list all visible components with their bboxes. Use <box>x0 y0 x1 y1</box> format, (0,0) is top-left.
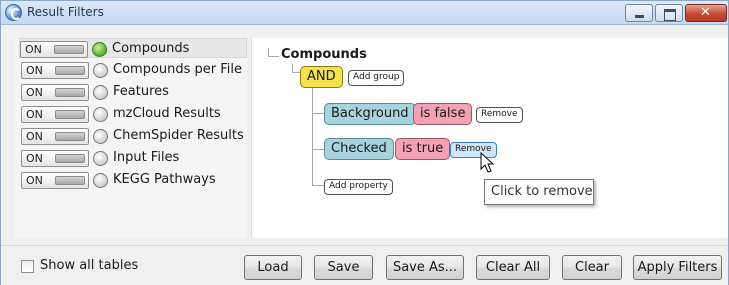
status-dot-icon <box>93 63 108 78</box>
tree-connector <box>292 72 300 73</box>
clear-all-button[interactable]: Clear All <box>476 255 550 280</box>
status-dot-icon <box>93 85 108 100</box>
toggle-knob <box>55 132 85 141</box>
tree-connector <box>312 185 324 186</box>
operator-chip[interactable]: is true <box>395 138 451 160</box>
apply-filters-button[interactable]: Apply Filters <box>633 255 722 280</box>
status-dot-icon <box>93 173 108 188</box>
on-off-toggle[interactable]: ON <box>21 84 89 101</box>
save-as-button[interactable]: Save As... <box>386 255 464 280</box>
load-button[interactable]: Load <box>244 255 302 280</box>
table-item-compounds[interactable]: ON Compounds <box>19 38 247 58</box>
on-off-toggle[interactable]: ON <box>21 62 89 79</box>
table-item-label: Input Files <box>113 150 180 165</box>
on-off-toggle[interactable]: ON <box>20 41 88 58</box>
table-item-label: KEGG Pathways <box>113 172 216 187</box>
tree-connector <box>312 113 324 114</box>
table-item-chemspider-results[interactable]: ON ChemSpider Results <box>21 126 245 146</box>
save-button[interactable]: Save <box>314 255 373 280</box>
table-item-compounds-per-file[interactable]: ON Compounds per File <box>21 60 245 80</box>
add-property-button[interactable]: Add property <box>324 179 393 195</box>
tree-connector <box>312 88 313 185</box>
table-item-input-files[interactable]: ON Input Files <box>21 148 245 168</box>
add-group-button[interactable]: Add group <box>348 70 405 86</box>
table-item-kegg-pathways[interactable]: ON KEGG Pathways <box>21 170 245 190</box>
table-item-label: Compounds <box>112 41 190 56</box>
toggle-knob <box>55 176 85 185</box>
app-icon <box>5 4 22 21</box>
minimize-button[interactable] <box>625 4 653 22</box>
show-all-tables-checkbox[interactable] <box>21 260 34 273</box>
operator-chip[interactable]: is false <box>413 103 473 125</box>
on-off-toggle[interactable]: ON <box>21 128 89 145</box>
toggle-label: ON <box>26 174 43 187</box>
filter-editor: Compounds AND Add group Background is fa… <box>251 38 728 238</box>
close-button[interactable] <box>685 4 727 22</box>
toggle-knob <box>54 45 84 54</box>
toggle-label: ON <box>26 152 43 165</box>
toggle-label: ON <box>25 43 42 56</box>
table-item-label: mzCloud Results <box>113 106 221 121</box>
toggle-label: ON <box>26 86 43 99</box>
status-dot-icon <box>92 42 107 57</box>
remove-button[interactable]: Remove <box>476 107 523 123</box>
toggle-label: ON <box>26 64 43 77</box>
status-dot-icon <box>93 151 108 166</box>
show-all-tables-label[interactable]: Show all tables <box>40 258 138 273</box>
and-operator-chip[interactable]: AND <box>300 66 343 88</box>
toggle-knob <box>55 88 85 97</box>
toggle-knob <box>55 66 85 75</box>
on-off-toggle[interactable]: ON <box>21 106 89 123</box>
table-item-label: ChemSpider Results <box>113 128 244 143</box>
maximize-button[interactable] <box>655 4 683 22</box>
table-item-features[interactable]: ON Features <box>21 82 245 102</box>
clear-button[interactable]: Clear <box>562 255 622 280</box>
table-item-mzcloud-results[interactable]: ON mzCloud Results <box>21 104 245 124</box>
status-dot-icon <box>93 107 108 122</box>
bottom-toolbar: Show all tables Load Save Save As... Cle… <box>1 245 728 285</box>
toggle-label: ON <box>26 130 43 143</box>
tree-connector <box>312 149 324 150</box>
table-item-label: Compounds per File <box>113 62 243 77</box>
on-off-toggle[interactable]: ON <box>21 172 89 189</box>
result-filters-window: Result Filters ON Compounds ON Compounds… <box>0 0 729 285</box>
title-bar[interactable]: Result Filters <box>1 1 728 25</box>
table-item-label: Features <box>113 84 169 99</box>
tooltip: Click to remove <box>484 179 594 205</box>
on-off-toggle[interactable]: ON <box>21 150 89 167</box>
mouse-cursor-icon <box>480 152 495 173</box>
filter-root-table: Compounds <box>281 47 367 62</box>
status-dot-icon <box>93 129 108 144</box>
window-title: Result Filters <box>27 5 104 19</box>
toggle-knob <box>55 110 85 119</box>
toggle-label: ON <box>26 108 43 121</box>
toggle-knob <box>55 154 85 163</box>
tree-connector <box>268 56 279 57</box>
tables-list: ON Compounds ON Compounds per File ON Fe… <box>15 38 247 238</box>
property-chip[interactable]: Background <box>324 103 416 125</box>
property-chip[interactable]: Checked <box>324 138 394 160</box>
